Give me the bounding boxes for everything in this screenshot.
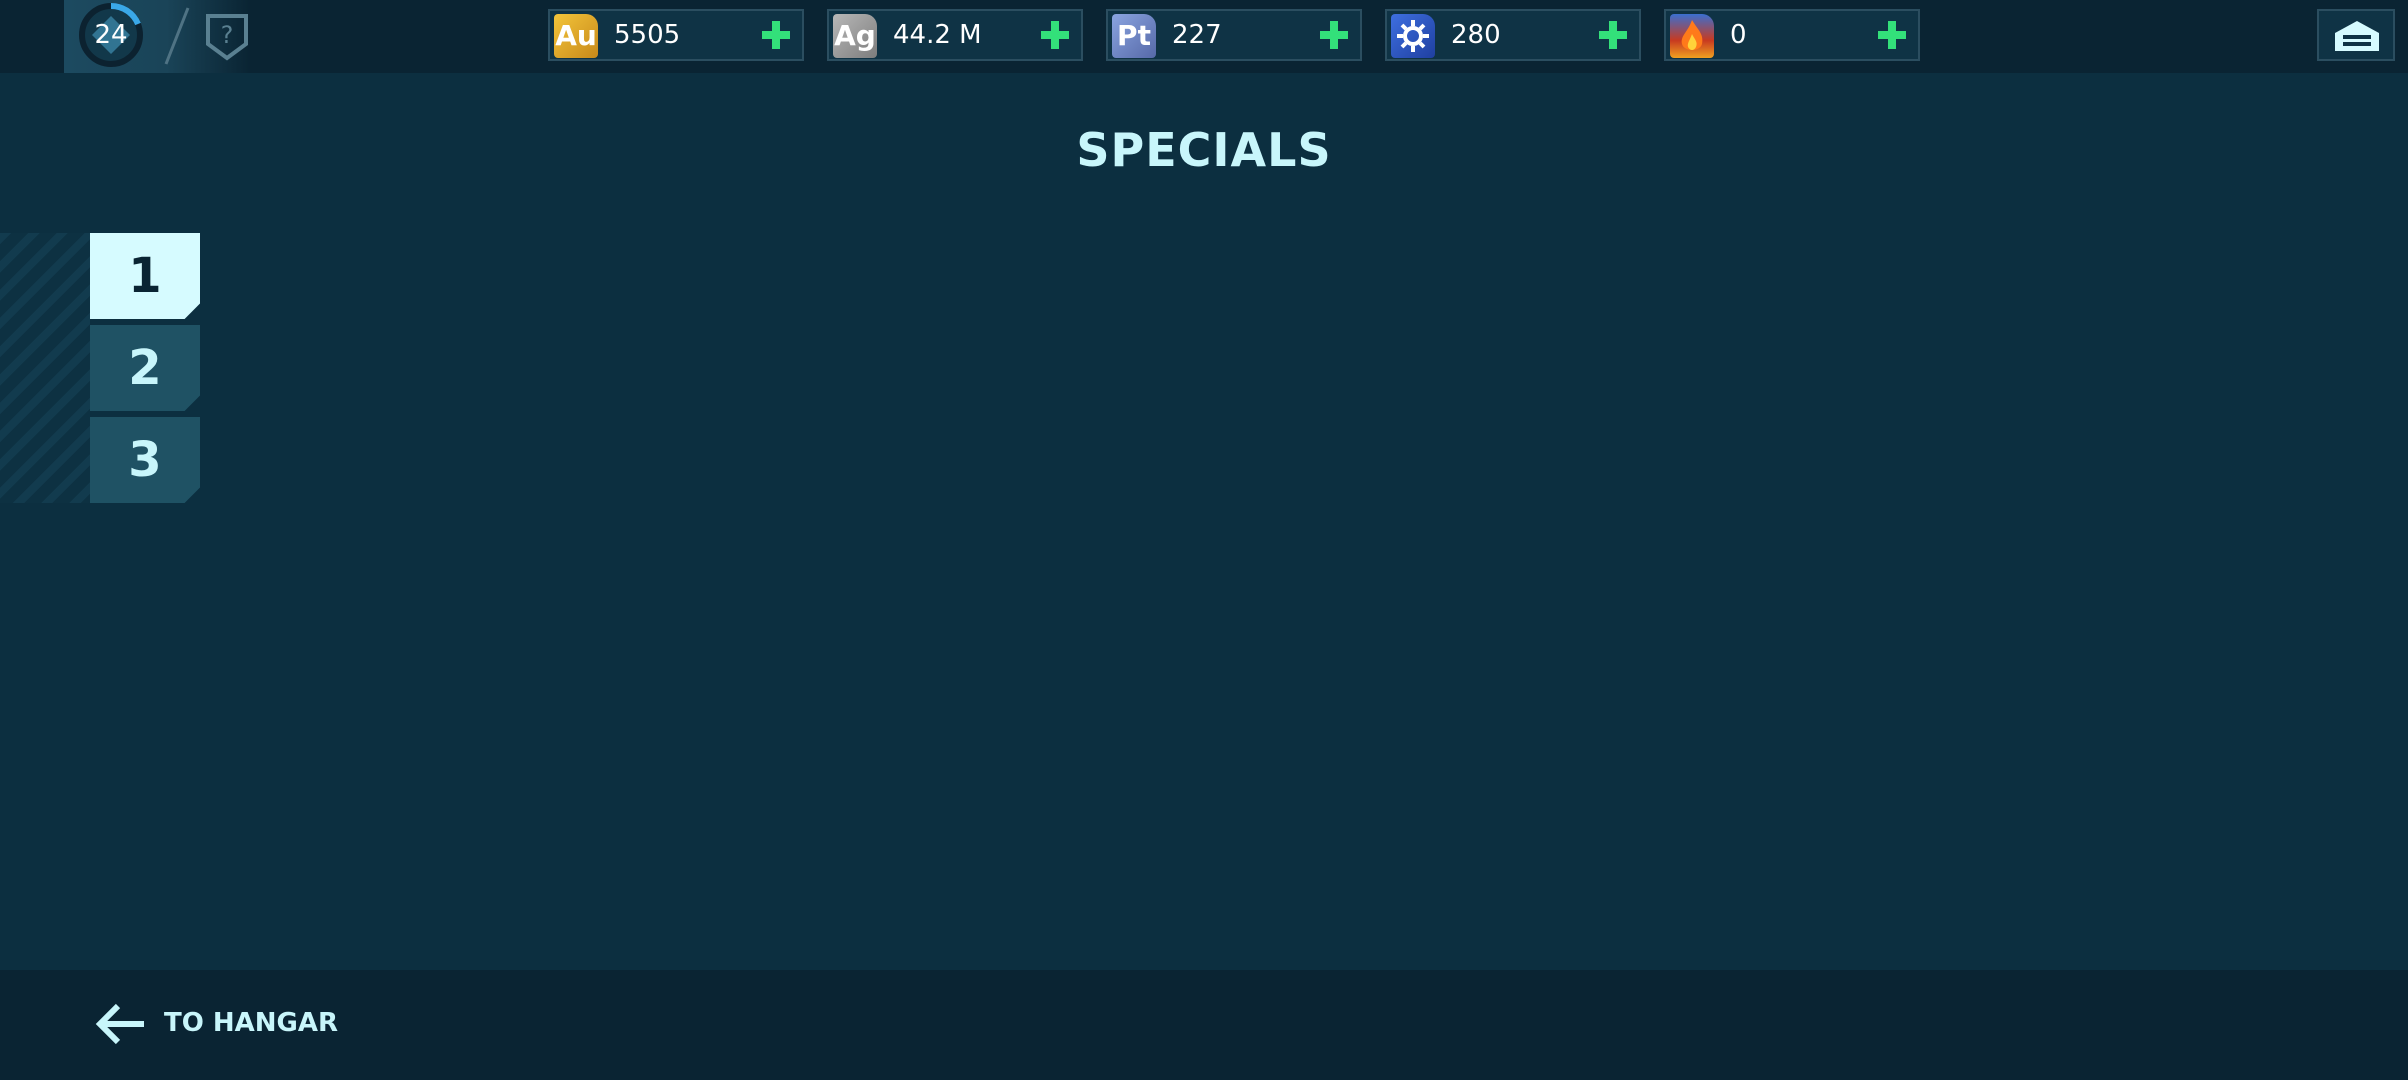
arrow-left-icon — [95, 1003, 144, 1045]
hangar-button[interactable] — [2317, 9, 2395, 61]
flame-icon — [1681, 20, 1703, 50]
keys-amount: 280 — [1451, 20, 1501, 50]
resource-fire[interactable]: 0 — [1664, 9, 1920, 61]
resource-gold[interactable]: Au 5505 — [548, 9, 804, 61]
platinum-icon: Pt — [1112, 14, 1156, 58]
fire-icon — [1670, 14, 1714, 58]
tab-rail-decoration — [0, 233, 90, 503]
svg-text:?: ? — [221, 21, 234, 49]
specials-screen: 24 ? Au 5505 Ag 44.2 M Pt 227 280 0 SPEC… — [0, 0, 2408, 1080]
add-fire-plus-icon[interactable] — [1876, 19, 1908, 51]
fire-amount: 0 — [1730, 20, 1747, 50]
bottom-bar: TO HANGAR — [0, 970, 2408, 1080]
platinum-amount: 227 — [1172, 20, 1222, 50]
gear-icon — [1397, 20, 1429, 52]
add-gold-plus-icon[interactable] — [760, 19, 792, 51]
divider-slash — [164, 7, 190, 65]
add-keys-plus-icon[interactable] — [1597, 19, 1629, 51]
tab-1[interactable]: 1 — [90, 233, 200, 319]
key-gear-icon — [1391, 14, 1435, 58]
gold-amount: 5505 — [614, 20, 681, 50]
question-shield-icon: ? — [206, 14, 248, 61]
tab-3[interactable]: 3 — [90, 417, 200, 503]
resource-platinum[interactable]: Pt 227 — [1106, 9, 1362, 61]
silver-icon: Ag — [833, 14, 877, 58]
add-platinum-plus-icon[interactable] — [1318, 19, 1350, 51]
gold-icon: Au — [554, 14, 598, 58]
player-profile[interactable]: 24 ? — [64, 0, 250, 73]
hangar-icon — [2335, 21, 2379, 51]
top-bar: 24 ? Au 5505 Ag 44.2 M Pt 227 280 0 — [0, 0, 2408, 73]
player-level: 24 — [94, 20, 128, 50]
resource-keys[interactable]: 280 — [1385, 9, 1641, 61]
add-silver-plus-icon[interactable] — [1039, 19, 1071, 51]
silver-amount: 44.2 M — [893, 20, 982, 50]
to-hangar-button[interactable]: TO HANGAR — [90, 990, 340, 1056]
page-title: SPECIALS — [1076, 123, 1332, 177]
to-hangar-label: TO HANGAR — [164, 1008, 339, 1038]
tab-2[interactable]: 2 — [90, 325, 200, 411]
resource-silver[interactable]: Ag 44.2 M — [827, 9, 1083, 61]
